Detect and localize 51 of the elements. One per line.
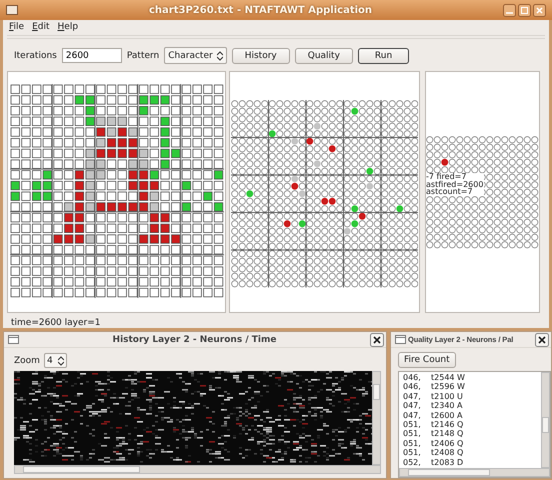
menu-item[interactable]: Help: [58, 22, 78, 33]
neuron-number: 046,: [403, 373, 422, 382]
status-text: time=2600 layer=1: [10, 317, 102, 328]
window-icon: [395, 335, 406, 344]
tooltip-line: -7 fired=7: [426, 173, 466, 181]
fire-time: t2146 Q: [431, 420, 464, 430]
menu-item[interactable]: File: [9, 22, 24, 33]
up-down-arrows-icon: [216, 50, 223, 61]
window-icon: [8, 335, 19, 344]
close-icon[interactable]: [370, 332, 384, 346]
up-down-arrows-icon: [58, 356, 64, 366]
maximize-icon[interactable]: [518, 4, 531, 16]
tooltip-line: astcount=7: [426, 188, 473, 196]
menu-item[interactable]: Edit: [32, 22, 50, 33]
neuron-number: 046,: [403, 382, 422, 392]
vertical-scrollbar[interactable]: [372, 371, 381, 465]
tooltip-line: astfired=2600: [426, 180, 484, 188]
fire-time: t2083 D: [431, 458, 464, 467]
neuron-number: 047,: [403, 410, 422, 420]
window-icon: [6, 5, 18, 15]
pattern-dropdown[interactable]: Character: [164, 47, 227, 64]
toolbar-button[interactable]: History: [232, 48, 290, 64]
toolbar-button[interactable]: Run: [358, 48, 410, 64]
fire-time: t2406 Q: [431, 438, 464, 448]
iterations-label: Iterations: [14, 50, 57, 61]
neuron-number: 052,: [403, 458, 422, 467]
fire-time: t2596 W: [431, 382, 465, 392]
fire-count-button[interactable]: Fire Count: [398, 352, 456, 368]
neuron-number: 051,: [403, 420, 422, 430]
minimize-icon[interactable]: [503, 4, 516, 16]
neuron-number: 051,: [403, 429, 422, 439]
fire-time: t2100 U: [431, 392, 463, 402]
neuron-number: 047,: [403, 401, 422, 411]
window-title: chart3P260.txt - NTAFTAWT Application: [148, 4, 374, 16]
iterations-field[interactable]: 2600: [62, 48, 122, 64]
neuron-number: 051,: [403, 448, 422, 458]
pattern-label: Pattern: [126, 50, 160, 61]
toolbar-button[interactable]: Quality: [294, 48, 353, 64]
neuron-number: 047,: [403, 392, 422, 402]
fire-time: t2340 A: [431, 401, 463, 411]
zoom-label: Zoom: [14, 356, 40, 366]
fire-time: t2544 W: [431, 373, 465, 382]
fire-time: t2600 A: [431, 410, 463, 420]
zoom-spinner[interactable]: 4: [44, 353, 67, 368]
fire-time: t2408 Q: [431, 448, 464, 458]
neuron-number: 051,: [403, 438, 422, 448]
fire-time: t2148 Q: [431, 429, 464, 439]
vertical-scrollbar[interactable]: [541, 372, 550, 468]
horizontal-scrollbar[interactable]: [14, 465, 381, 474]
window-title: History Layer 2 - Neurons / Time: [112, 334, 278, 344]
close-icon[interactable]: [535, 332, 549, 346]
